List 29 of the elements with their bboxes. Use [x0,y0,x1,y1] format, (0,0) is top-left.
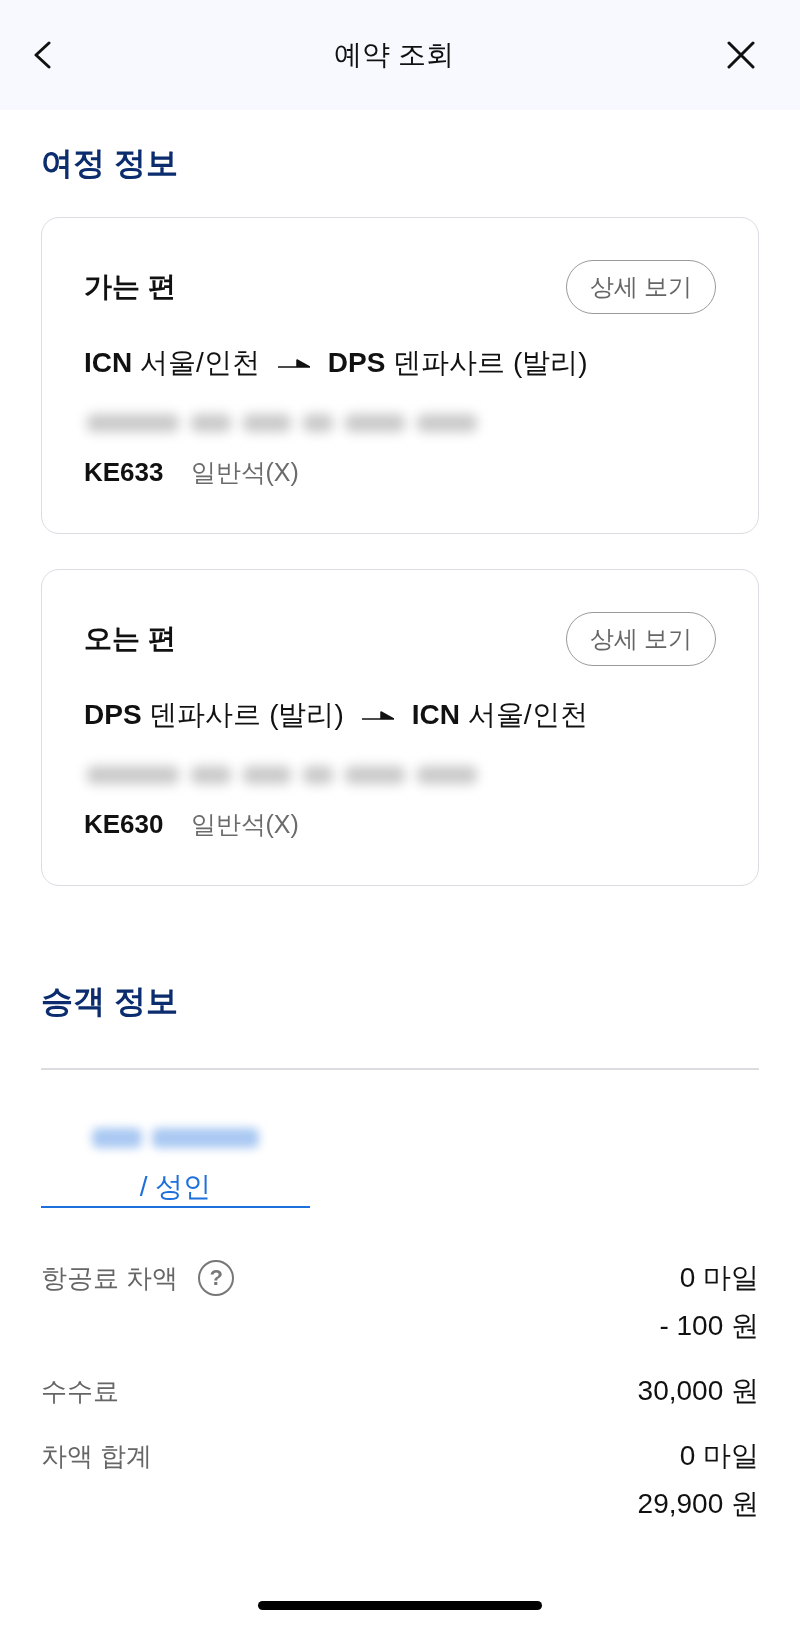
arrow-icon [277,357,310,369]
cabin-class: 일반석(X) [190,457,299,487]
fare-value: - 100 원 [659,1309,759,1343]
fare-value: 30,000 원 [637,1374,759,1408]
origin-airport: ICN 서울/인천 [84,346,260,380]
detail-button[interactable]: 상세 보기 [566,260,716,314]
fare-value: 0 마일 [679,1439,759,1473]
cabin-class: 일반석(X) [190,809,299,839]
flight-direction-title: 오는 편 [84,622,176,656]
section-heading: 승객 정보 [41,982,179,1021]
fare-value: 29,900 원 [637,1487,759,1521]
screen-title: 예약 조회 [334,38,454,72]
destination-airport: DPS 덴파사르 (발리) [327,346,588,380]
section-heading: 여정 정보 [41,144,179,183]
flight-direction-title: 가는 편 [84,270,176,304]
fare-label: 항공료 차액 [41,1262,179,1295]
help-icon[interactable]: ? [198,1260,235,1296]
close-icon [727,41,755,69]
flight-number: KE633 [84,457,164,487]
destination-airport: ICN 서울/인천 [411,698,588,732]
detail-button[interactable]: 상세 보기 [566,612,716,666]
origin-airport: DPS 덴파사르 (발리) [84,698,344,732]
chevron-left-icon [33,41,51,69]
arrow-icon [361,709,394,721]
fare-value: 0 마일 [679,1261,759,1295]
fare-label: 차액 합계 [41,1440,153,1473]
passenger-tab[interactable]: / 성인 [41,1070,310,1208]
fare-label: 수수료 [41,1375,119,1408]
flight-number: KE630 [84,809,164,839]
